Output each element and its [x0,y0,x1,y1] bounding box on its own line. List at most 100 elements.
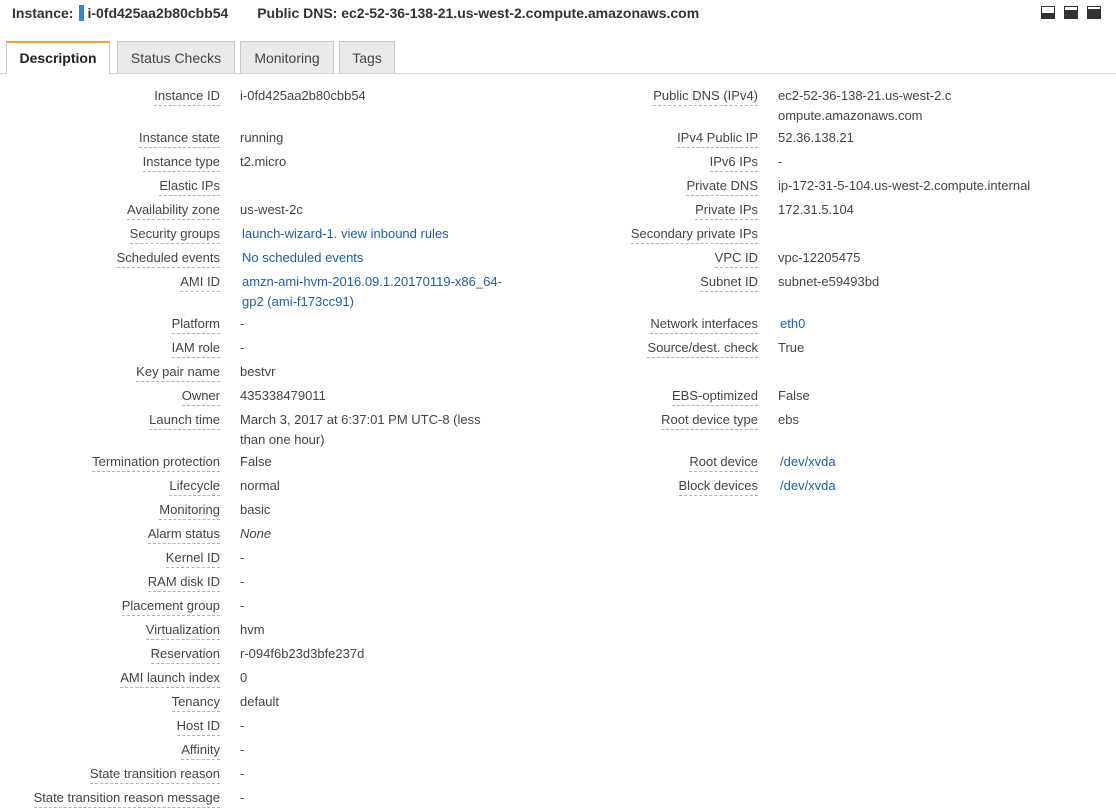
field-label: AMI launch index [120,670,220,688]
field-label: Root device type [661,412,758,430]
field-label: Reservation [150,646,220,664]
availability-zone-field: us-west-2c [240,202,303,217]
state-transition-reason-field: - [240,766,245,781]
field-label: IAM role [171,340,220,358]
field-label: Lifecycle [169,478,220,496]
kernel-id-field: - [240,550,245,565]
tab-description[interactable]: Description [6,41,110,74]
public-dns-value: ec2-52-36-138-21.us-west-2.compute.amazo… [341,5,700,21]
field-label: AMI ID [180,274,220,292]
ami-launch-index-field: 0 [240,670,248,685]
field-label: Elastic IPs [159,178,220,196]
instance-state-field: running [240,130,284,145]
scheduled-events-link[interactable]: No scheduled events [242,248,363,268]
field-label: Virtualization [145,622,220,640]
ipv4-public-ip-field: 52.36.138.21 [778,130,854,145]
field-label: Availability zone [127,202,220,220]
field-label: Monitoring [159,502,220,520]
field-label: Instance type [142,154,220,172]
view-inbound-rules-link[interactable]: view inbound rules [341,226,449,241]
ami-id-link[interactable]: amzn-ami-hvm-2016.09.1.20170119-x86_64-g… [242,272,504,312]
field-label: State transition reason [89,766,220,784]
instance-id-value: i-0fd425aa2b80cbb54 [87,5,229,21]
tab-bar: Description Status Checks Monitoring Tag… [6,41,1116,74]
field-label: Subnet ID [700,274,758,292]
field-label: Termination protection [92,454,220,472]
root-device-link[interactable]: /dev/xvda [780,452,836,472]
private-ips-field: 172.31.5.104 [778,202,854,217]
instance-id-field: i-0fd425aa2b80cbb54 [240,88,366,103]
field-label: Scheduled events [116,250,220,268]
block-devices-link[interactable]: /dev/xvda [780,476,836,496]
lifecycle-field: normal [240,478,280,493]
field-label: Network interfaces [650,316,758,334]
tab-status-checks[interactable]: Status Checks [117,41,235,73]
reservation-field: r-094f6b23d3bfe237d [240,646,365,661]
ebs-optimized-field: False [778,388,810,403]
maximize-panel-icon[interactable] [1087,6,1101,19]
field-label: Instance ID [154,88,220,106]
public-dns-ipv4-field: ec2-52-36-138-21.us-west-2.compute.amazo… [778,88,952,123]
field-label: Affinity [181,742,220,760]
affinity-field: - [240,742,245,757]
field-label: Platform [171,316,220,334]
launch-time-field: March 3, 2017 at 6:37:01 PM UTC-8 (less … [240,412,481,447]
private-dns-field: ip-172-31-5-104.us-west-2.compute.intern… [778,178,1031,193]
root-device-type-field: ebs [778,412,799,427]
field-label: Alarm status [147,526,220,544]
field-label: Key pair name [136,364,220,382]
instance-header: Instance: i-0fd425aa2b80cbb54 Public DNS:… [0,0,1116,26]
ram-disk-id-field: - [240,574,245,589]
half-panel-icon[interactable] [1064,6,1078,19]
monitoring-field: basic [240,502,271,517]
security-groups-field: launch-wizard-1. view inbound rules [242,224,449,244]
field-label: Source/dest. check [647,340,758,358]
field-label: Private IPs [695,202,758,220]
field-label: Security groups [129,226,220,244]
network-interface-link[interactable]: eth0 [780,314,805,334]
panel-size-controls [1032,6,1101,22]
field-label: Launch time [149,412,220,430]
alarm-status-field: None [240,526,272,541]
owner-field: 435338479011 [240,388,326,403]
host-id-field: - [240,718,245,733]
minimize-panel-icon[interactable] [1041,6,1055,19]
field-label: Root device [689,454,758,472]
field-label: Placement group [121,598,220,616]
tab-monitoring[interactable]: Monitoring [240,41,334,73]
tab-tags[interactable]: Tags [339,41,395,73]
vpc-id-field: vpc-12205475 [778,250,861,265]
instance-label: Instance: [12,5,74,21]
field-label: RAM disk ID [147,574,220,592]
field-label: VPC ID [714,250,758,268]
instance-color-marker [79,5,85,21]
iam-role-field: - [240,340,245,355]
tenancy-field: default [240,694,280,709]
field-label: Block devices [678,478,758,496]
ipv6-ips-field: - [778,154,783,169]
platform-field: - [240,316,245,331]
field-label: Instance state [139,130,220,148]
subnet-id-field: subnet-e59493bd [778,274,880,289]
field-label: EBS-optimized [672,388,758,406]
field-label: IPv6 IPs [709,154,758,172]
security-group-separator: . [333,226,341,241]
source-dest-check-field: True [778,340,805,355]
field-label: Kernel ID [165,550,220,568]
field-label: Tenancy [171,694,220,712]
state-transition-message-field: - [240,790,245,805]
field-label: Public DNS (IPv4) [653,88,758,106]
virtualization-field: hvm [240,622,265,637]
field-label: Host ID [176,718,220,736]
termination-protection-field: False [240,454,272,469]
field-label: State transition reason message [33,790,220,808]
header-summary: Instance: i-0fd425aa2b80cbb54 Public DNS:… [12,5,699,21]
placement-group-field: - [240,598,245,613]
instance-type-field: t2.micro [240,154,287,169]
field-label: Private DNS [686,178,758,196]
field-label: Owner [181,388,220,406]
field-label: Secondary private IPs [630,226,758,244]
security-group-link[interactable]: launch-wizard-1 [242,226,334,241]
field-label: IPv4 Public IP [677,130,758,148]
public-dns-label: Public DNS: [257,5,338,21]
